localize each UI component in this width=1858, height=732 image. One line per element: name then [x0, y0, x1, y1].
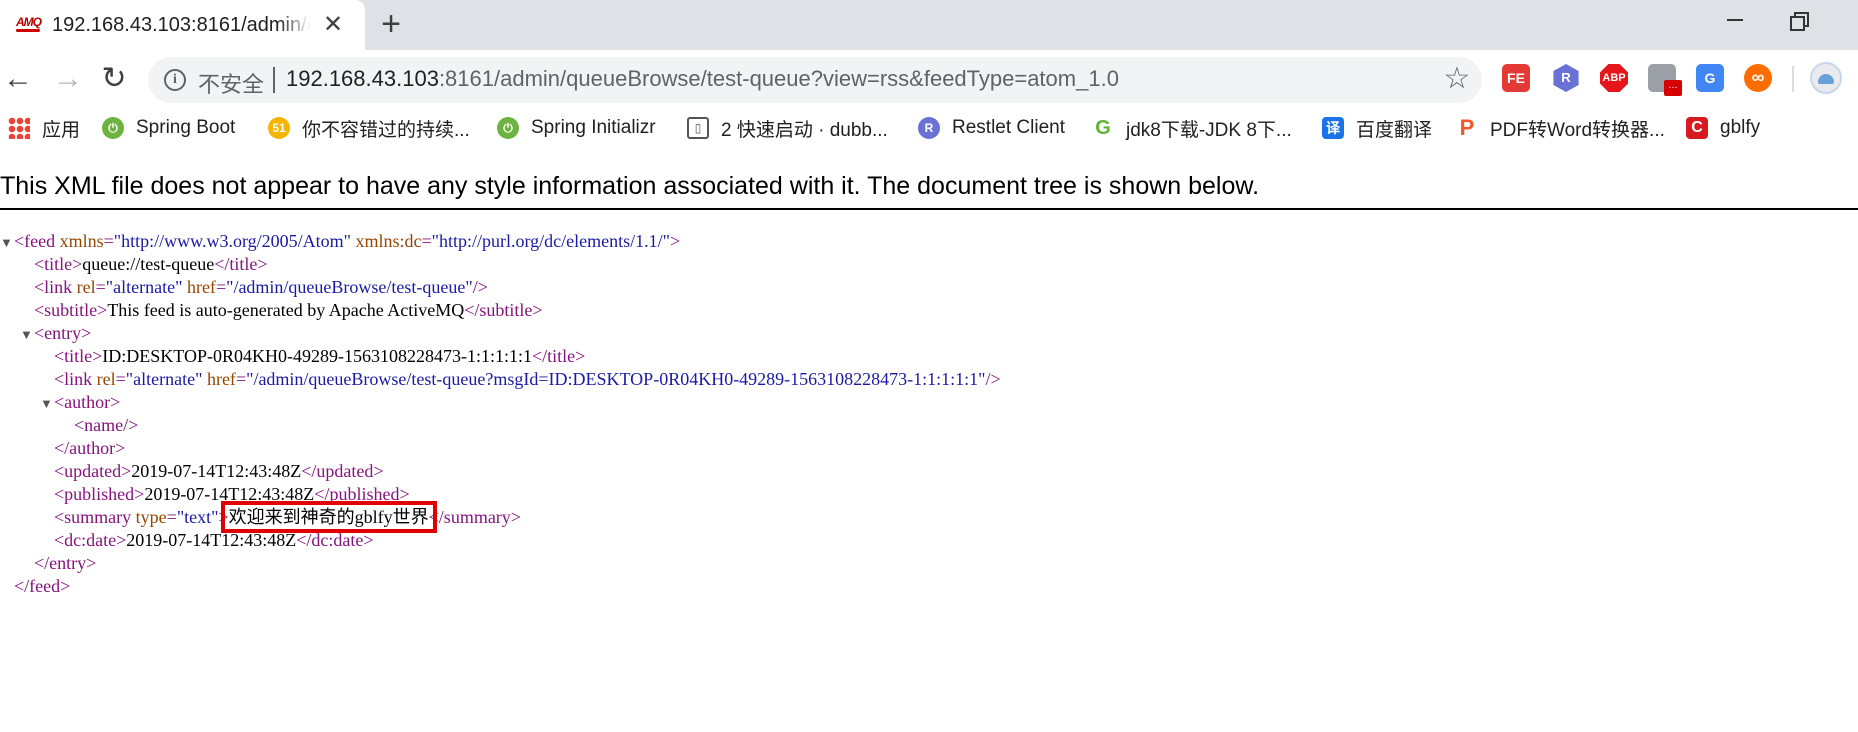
- infinity-extension-icon[interactable]: ∞: [1744, 64, 1772, 92]
- address-bar[interactable]: i 不安全 192.168.43.103:8161/admin/queueBro…: [148, 57, 1482, 103]
- xml-entry-open: <entry>: [34, 323, 92, 343]
- translate-icon: 译: [1322, 117, 1344, 139]
- collapse-author-icon[interactable]: ▼: [40, 396, 53, 412]
- g-icon: G: [1095, 117, 1111, 139]
- restlet-icon: R: [918, 117, 940, 139]
- bookmark-label: 你不容错过的持续...: [302, 119, 470, 141]
- close-tab-icon[interactable]: ✕: [320, 12, 346, 38]
- bookmark-pdf-to-word[interactable]: P PDF转Word转换器...: [1456, 114, 1665, 142]
- restore-window-icon[interactable]: [1788, 8, 1810, 31]
- bookmark-label: gblfy: [1720, 117, 1761, 138]
- c-icon: C: [1686, 117, 1708, 139]
- bookmark-star-icon[interactable]: ☆: [1442, 64, 1472, 94]
- xml-author-close: </author>: [54, 438, 126, 458]
- xml-author-open: <author>: [54, 392, 121, 412]
- bookmark-baidu-translate[interactable]: 译 百度翻译: [1322, 114, 1432, 142]
- reload-button[interactable]: ↻: [96, 62, 132, 98]
- site-info-icon[interactable]: i: [164, 69, 186, 91]
- bookmark-51[interactable]: 51 你不容错过的持续...: [268, 114, 470, 142]
- xml-entry-title: <title>ID:DESKTOP-0R04KH0-49289-15631082…: [54, 346, 586, 366]
- xml-link: <link rel="alternate" href="/admin/queue…: [34, 277, 488, 297]
- bookmark-dubbo[interactable]: ▯ 2 快速启动 · dubb...: [687, 114, 888, 142]
- collapse-feed-icon[interactable]: ▼: [0, 235, 13, 251]
- xml-feed-open: <feed xmlns="http://www.w3.org/2005/Atom…: [14, 231, 681, 251]
- xml-name: <name/>: [74, 415, 139, 435]
- pdf-icon: P: [1459, 115, 1475, 140]
- minimize-window-icon[interactable]: [1720, 4, 1750, 34]
- book-icon: ▯: [687, 117, 709, 139]
- spring-icon: ⏻: [497, 117, 519, 139]
- bookmark-spring-initializr[interactable]: ⏻ Spring Initializr: [497, 114, 656, 142]
- back-button[interactable]: ←: [0, 62, 36, 98]
- adblock-extension-icon[interactable]: ABP: [1600, 64, 1628, 92]
- insecure-label[interactable]: 不安全: [198, 67, 264, 99]
- xml-entry-close: </entry>: [34, 553, 97, 573]
- url-host: 192.168.43.103: [286, 66, 439, 91]
- fehelper-extension-icon[interactable]: FE: [1502, 64, 1530, 92]
- bookmark-label: 2 快速启动 · dubb...: [721, 119, 888, 141]
- url-text[interactable]: 192.168.43.103:8161/admin/queueBrowse/te…: [286, 66, 1119, 92]
- forward-button[interactable]: →: [50, 62, 86, 98]
- xml-feed-close: </feed>: [14, 576, 71, 596]
- apps-grid-icon: [8, 117, 30, 139]
- extension-badge: …: [1664, 80, 1682, 96]
- bookmark-restlet-client[interactable]: R Restlet Client: [918, 114, 1065, 142]
- activemq-favicon-icon: AMQ: [16, 15, 42, 33]
- bookmark-gblfy[interactable]: C gblfy: [1686, 114, 1760, 142]
- bookmark-apps[interactable]: 应用: [8, 114, 80, 142]
- omnibox-divider: [273, 67, 275, 93]
- xml-style-notice: This XML file does not appear to have an…: [0, 172, 1260, 200]
- summary-highlight-box: [220, 501, 437, 533]
- bookmark-label: 应用: [42, 119, 81, 141]
- bookmark-label: Spring Initializr: [531, 117, 656, 138]
- xml-updated: <updated>2019-07-14T12:43:48Z</updated>: [54, 461, 384, 481]
- google-translate-extension-icon[interactable]: G: [1696, 64, 1724, 92]
- restlet-extension-icon[interactable]: R: [1553, 64, 1579, 92]
- 51-icon: 51: [268, 117, 290, 139]
- tab-title: 192.168.43.103:8161/admin/queueBrowse: [52, 14, 310, 36]
- active-tab[interactable]: AMQ 192.168.43.103:8161/admin/queueBrows…: [0, 0, 365, 50]
- bookmark-label: 百度翻译: [1356, 119, 1433, 141]
- bookmark-spring-boot[interactable]: ⏻ Spring Boot: [102, 114, 235, 142]
- bookmark-label: PDF转Word转换器...: [1490, 119, 1665, 141]
- collapse-entry-icon[interactable]: ▼: [20, 327, 33, 343]
- xml-subtitle: <subtitle>This feed is auto-generated by…: [34, 300, 543, 320]
- xml-entry-link: <link rel="alternate" href="/admin/queue…: [54, 369, 1001, 389]
- bookmark-label: Restlet Client: [952, 117, 1065, 138]
- bookmark-label: Spring Boot: [136, 117, 236, 138]
- toolbar-divider: [1792, 66, 1794, 92]
- profile-avatar[interactable]: [1810, 62, 1842, 94]
- url-path: :8161/admin/queueBrowse/test-queue?view=…: [438, 66, 1119, 91]
- xml-title: <title>queue://test-queue</title>: [34, 254, 268, 274]
- spring-icon: ⏻: [102, 117, 124, 139]
- new-tab-button[interactable]: +: [374, 7, 408, 42]
- bookmark-jdk8[interactable]: G jdk8下载-JDK 8下...: [1092, 114, 1292, 142]
- bookmark-label: jdk8下载-JDK 8下...: [1126, 119, 1292, 141]
